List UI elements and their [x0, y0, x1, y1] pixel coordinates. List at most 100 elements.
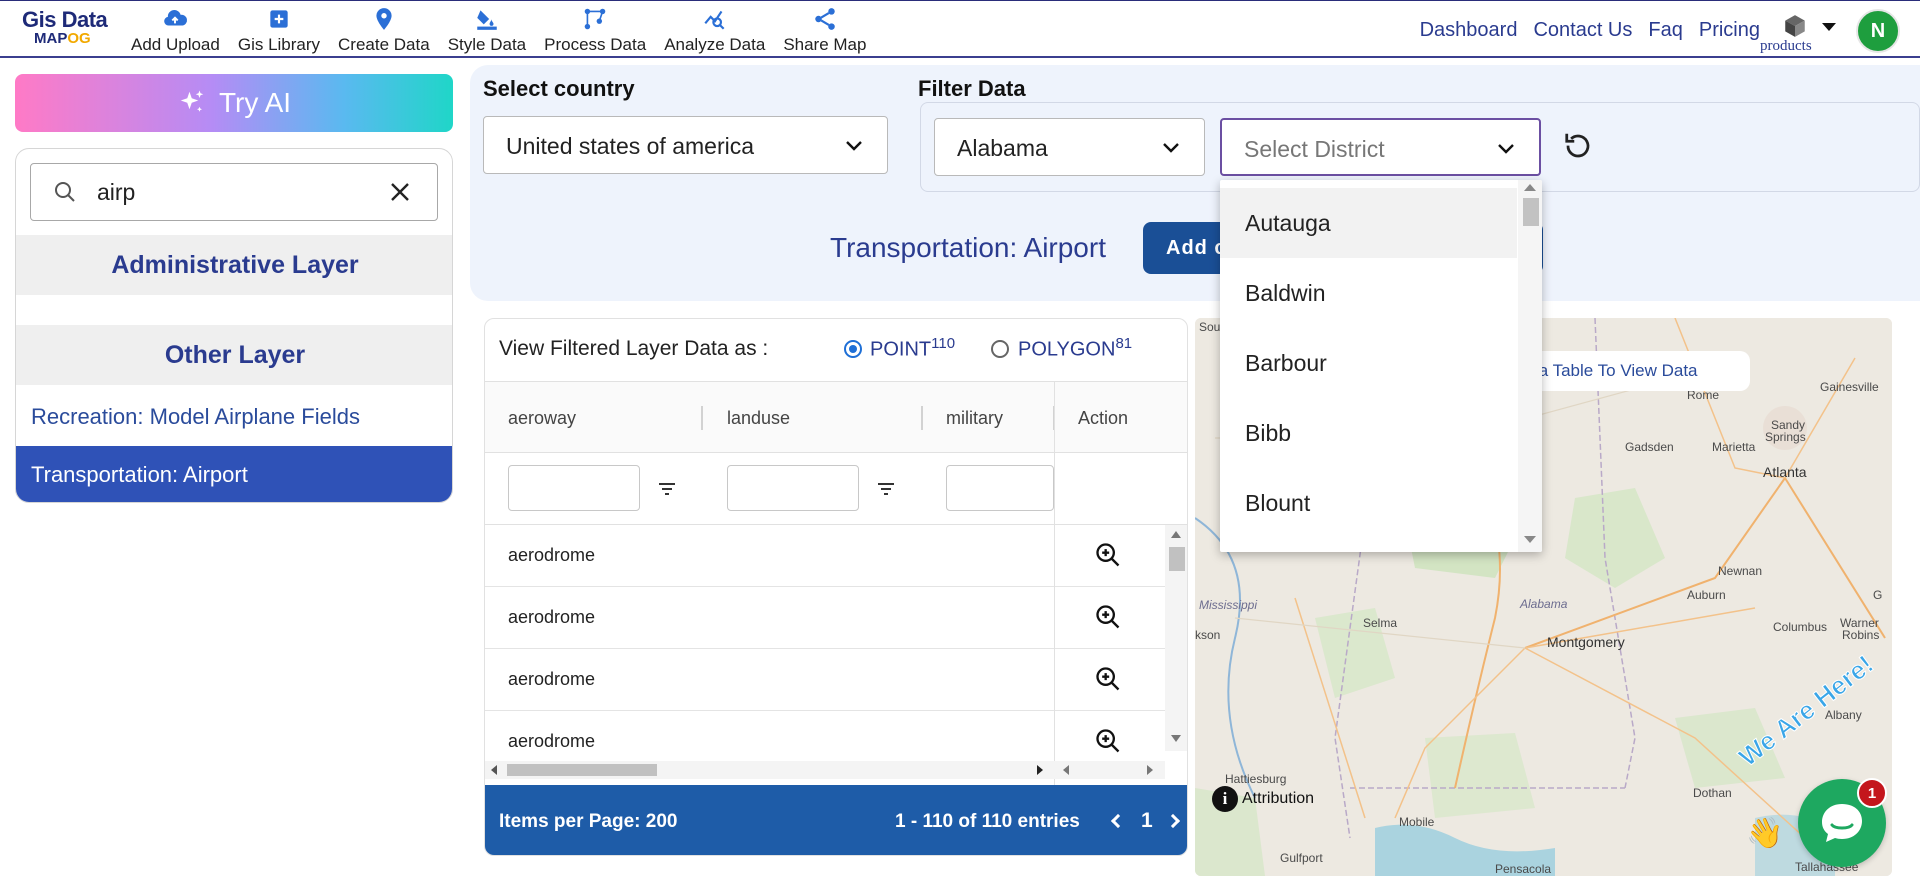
- filter-data-label: Filter Data: [918, 76, 1026, 101]
- military-filter-input[interactable]: [946, 465, 1054, 511]
- map-place-label: G: [1873, 588, 1883, 602]
- logo-line-2: MAPOG: [34, 30, 91, 47]
- library-plus-icon: [270, 10, 288, 28]
- scroll-down-arrow[interactable]: [1524, 536, 1536, 543]
- layer-item-model-airplane-fields[interactable]: Recreation: Model Airplane Fields: [16, 388, 452, 446]
- faq-link[interactable]: Faq: [1648, 19, 1682, 42]
- zoom-in-icon[interactable]: [1094, 727, 1122, 755]
- map-attribution[interactable]: i Attribution: [1212, 786, 1314, 812]
- pagination-bar: Items per Page: 200 1 - 110 of 110 entri…: [485, 785, 1187, 855]
- polygon-radio-label[interactable]: POLYGON81: [1018, 335, 1132, 362]
- gis-data-mapog-logo[interactable]: Gis Data MAPOG: [22, 9, 108, 53]
- map-place-label: Gulfport: [1280, 851, 1323, 865]
- gis-library-button[interactable]: Gis Library: [229, 6, 329, 58]
- landuse-filter-input[interactable]: [727, 465, 859, 511]
- reset-filter-icon[interactable]: [1563, 130, 1593, 160]
- dashboard-link[interactable]: Dashboard: [1420, 19, 1518, 42]
- scroll-up-arrow[interactable]: [1524, 184, 1536, 191]
- map-place-label: Auburn: [1687, 588, 1726, 602]
- scroll-thumb[interactable]: [1169, 547, 1185, 571]
- country-select-value: United states of america: [506, 133, 755, 159]
- map-place-label: Newnan: [1718, 564, 1763, 578]
- scroll-right-arrow[interactable]: [1037, 765, 1043, 775]
- column-resizer[interactable]: [701, 406, 703, 430]
- items-per-page[interactable]: Items per Page: 200: [499, 811, 677, 833]
- share-map-button[interactable]: Share Map: [774, 6, 875, 58]
- pricing-link[interactable]: Pricing: [1699, 19, 1760, 42]
- other-layer-header[interactable]: Other Layer: [16, 325, 452, 385]
- column-resizer[interactable]: [921, 406, 923, 430]
- state-select[interactable]: Alabama: [934, 118, 1205, 176]
- point-radio-label[interactable]: POINT110: [870, 335, 955, 362]
- add-upload-button[interactable]: Add Upload: [122, 6, 229, 58]
- aeroway-cell: aerodrome: [508, 731, 596, 751]
- process-data-button[interactable]: Process Data: [535, 6, 655, 58]
- column-header-landuse[interactable]: landuse: [727, 408, 790, 429]
- contact-us-link[interactable]: Contact Us: [1533, 19, 1632, 42]
- current-page[interactable]: 1: [1141, 809, 1153, 833]
- zoom-in-icon[interactable]: [1094, 665, 1122, 693]
- style-data-button[interactable]: Style Data: [439, 6, 535, 58]
- map-place-label: Alabama: [1520, 597, 1568, 611]
- map-place-label: Atlanta: [1763, 464, 1807, 480]
- polygon-radio[interactable]: [991, 340, 1009, 358]
- scroll-left-arrow[interactable]: [491, 765, 497, 775]
- district-option[interactable]: Blount: [1220, 468, 1517, 538]
- chevron-right-icon[interactable]: [1165, 813, 1181, 829]
- scroll-right-arrow[interactable]: [1147, 765, 1153, 775]
- analyze-data-button[interactable]: Analyze Data: [655, 6, 774, 58]
- filter-icon[interactable]: [876, 479, 896, 499]
- district-option[interactable]: Autauga: [1220, 188, 1517, 258]
- map-place-label: Selma: [1363, 616, 1398, 630]
- aeroway-cell: aerodrome: [508, 669, 596, 689]
- zoom-in-icon[interactable]: [1094, 541, 1122, 569]
- products-menu[interactable]: products: [1760, 9, 1836, 55]
- analyze-chart-icon: [704, 10, 725, 30]
- layer-data-table: View Filtered Layer Data as : POINT110 P…: [484, 318, 1188, 856]
- map-place-label: Springs: [1765, 430, 1806, 444]
- table-horizontal-scrollbar[interactable]: [485, 761, 1055, 779]
- district-select[interactable]: Select District: [1220, 118, 1541, 176]
- dropdown-scrollbar[interactable]: [1518, 180, 1542, 552]
- user-avatar[interactable]: N: [1856, 9, 1900, 53]
- scroll-thumb[interactable]: [1523, 198, 1539, 226]
- scroll-down-arrow[interactable]: [1171, 735, 1181, 742]
- district-option[interactable]: Barbour: [1220, 328, 1517, 398]
- top-navigation-bar: Gis Data MAPOG Add Upload Gis Library Cr…: [0, 0, 1920, 58]
- table-row: aerodrome: [485, 649, 1165, 711]
- action-horizontal-scrollbar[interactable]: [1055, 761, 1165, 779]
- district-option[interactable]: Bibb: [1220, 398, 1517, 468]
- column-header-military[interactable]: military: [946, 408, 1003, 429]
- scroll-up-arrow[interactable]: [1171, 531, 1181, 538]
- country-select[interactable]: United states of america: [483, 116, 888, 174]
- aeroway-filter-input[interactable]: [508, 465, 640, 511]
- district-select-placeholder: Select District: [1244, 136, 1385, 162]
- column-header-aeroway[interactable]: aeroway: [508, 408, 576, 429]
- aeroway-cell: aerodrome: [508, 607, 596, 627]
- layer-item-airport[interactable]: Transportation: Airport: [16, 446, 452, 502]
- district-dropdown-list: Autauga Baldwin Barbour Bibb Blount: [1220, 180, 1542, 552]
- search-icon: [55, 182, 75, 202]
- chevron-left-icon[interactable]: [1110, 813, 1126, 829]
- try-ai-button[interactable]: Try AI: [15, 74, 453, 132]
- create-data-button[interactable]: Create Data: [329, 6, 439, 58]
- map-place-label: Mississippi: [1199, 598, 1258, 612]
- district-option[interactable]: Baldwin: [1220, 258, 1517, 328]
- map-place-label: Hattiesburg: [1225, 772, 1287, 786]
- scroll-thumb[interactable]: [507, 764, 657, 776]
- close-icon[interactable]: [388, 180, 412, 204]
- selected-layer-title: Transportation: Airport: [830, 232, 1106, 263]
- point-radio[interactable]: [844, 340, 862, 358]
- logo-line-1: Gis Data: [22, 7, 108, 32]
- map-place-label: Gainesville: [1820, 380, 1879, 394]
- administrative-layer-header[interactable]: Administrative Layer: [16, 235, 452, 295]
- layer-search-input[interactable]: [97, 179, 377, 206]
- table-vertical-scrollbar[interactable]: [1165, 525, 1187, 751]
- table-row: aerodrome: [485, 525, 1165, 587]
- zoom-in-icon[interactable]: [1094, 603, 1122, 631]
- cloud-upload-icon: [164, 10, 188, 26]
- scroll-left-arrow[interactable]: [1063, 765, 1069, 775]
- entries-count: 1 - 110 of 110 entries: [895, 811, 1080, 832]
- filter-icon[interactable]: [657, 479, 677, 499]
- table-row: aerodrome: [485, 587, 1165, 649]
